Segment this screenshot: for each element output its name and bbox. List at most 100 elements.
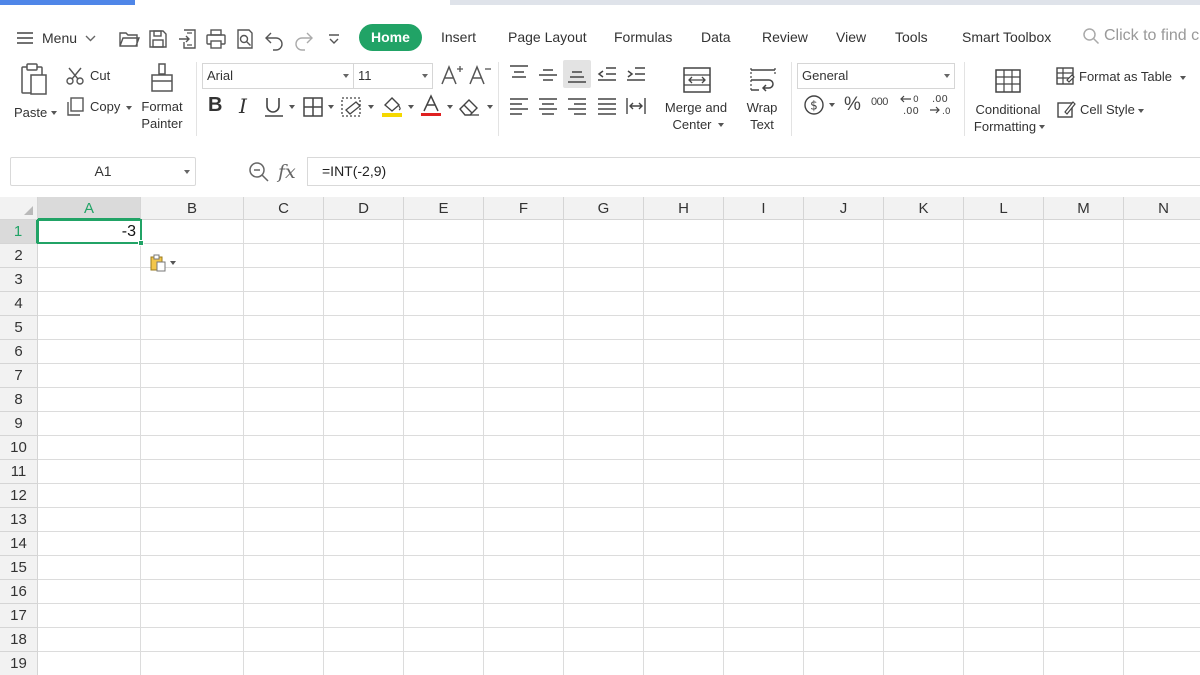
- column-header-g[interactable]: G: [564, 197, 644, 220]
- row-header-10[interactable]: 10: [0, 436, 38, 460]
- tab-review[interactable]: Review: [762, 29, 808, 45]
- row-header-17[interactable]: 17: [0, 604, 38, 628]
- align-left-icon[interactable]: [508, 96, 530, 116]
- row-header-6[interactable]: 6: [0, 340, 38, 364]
- print-preview-icon[interactable]: [233, 27, 257, 51]
- fill-pattern-dropdown-icon[interactable]: [368, 105, 374, 109]
- eraser-dropdown-icon[interactable]: [487, 105, 493, 109]
- row-header-4[interactable]: 4: [0, 292, 38, 316]
- currency-icon[interactable]: $: [803, 94, 825, 116]
- row-header-18[interactable]: 18: [0, 628, 38, 652]
- cut-button[interactable]: Cut: [65, 66, 125, 86]
- row-header-16[interactable]: 16: [0, 580, 38, 604]
- save-icon[interactable]: [146, 27, 170, 51]
- align-bottom-icon[interactable]: [566, 64, 588, 84]
- tab-data[interactable]: Data: [701, 29, 731, 45]
- row-header-2[interactable]: 2: [0, 244, 38, 268]
- conditional-formatting-button[interactable]: Conditional Formatting: [970, 62, 1046, 138]
- paste-button[interactable]: Paste: [10, 60, 58, 122]
- export-icon[interactable]: [176, 27, 200, 51]
- undo-icon[interactable]: [262, 27, 286, 51]
- column-header-e[interactable]: E: [404, 197, 484, 220]
- redo-icon[interactable]: [292, 27, 316, 51]
- thousands-separator-icon[interactable]: 000: [871, 96, 888, 108]
- row-header-7[interactable]: 7: [0, 364, 38, 388]
- number-format-select[interactable]: General: [797, 63, 955, 89]
- row-header-15[interactable]: 15: [0, 556, 38, 580]
- tab-smart-toolbox[interactable]: Smart Toolbox: [962, 29, 1051, 45]
- row-header-14[interactable]: 14: [0, 532, 38, 556]
- borders-icon[interactable]: [302, 96, 324, 118]
- format-painter-button[interactable]: Format Painter: [136, 62, 188, 138]
- tab-view[interactable]: View: [836, 29, 866, 45]
- column-header-i[interactable]: I: [724, 197, 804, 220]
- currency-dropdown-icon[interactable]: [829, 103, 835, 107]
- column-header-n[interactable]: N: [1124, 197, 1200, 220]
- justify-icon[interactable]: [596, 96, 618, 116]
- cell-a1[interactable]: -3: [37, 219, 144, 246]
- column-header-c[interactable]: C: [244, 197, 324, 220]
- row-header-8[interactable]: 8: [0, 388, 38, 412]
- increase-font-icon[interactable]: [440, 64, 464, 86]
- spreadsheet-grid[interactable]: A B C D E F G H I J K L M N 1 2 3 4 5 6 7 8 9 10 11 12 13 14 15 16 17 1…: [0, 197, 1200, 675]
- fill-pattern-icon[interactable]: [340, 96, 364, 118]
- fill-color-dropdown-icon[interactable]: [408, 105, 414, 109]
- tab-home[interactable]: Home: [359, 24, 422, 51]
- bold-icon[interactable]: B: [208, 94, 222, 117]
- tab-insert[interactable]: Insert: [441, 29, 476, 45]
- increase-indent-icon[interactable]: [625, 64, 647, 84]
- main-menu-button[interactable]: Menu: [16, 27, 104, 49]
- tab-page-layout[interactable]: Page Layout: [508, 29, 587, 45]
- font-color-dropdown-icon[interactable]: [447, 105, 453, 109]
- select-all-corner[interactable]: [0, 197, 38, 220]
- row-header-5[interactable]: 5: [0, 316, 38, 340]
- row-header-3[interactable]: 3: [0, 268, 38, 292]
- row-header-13[interactable]: 13: [0, 508, 38, 532]
- column-header-b[interactable]: B: [141, 197, 244, 220]
- row-header-11[interactable]: 11: [0, 460, 38, 484]
- fill-color-icon[interactable]: [380, 94, 404, 118]
- formula-input[interactable]: =INT(-2,9): [307, 157, 1200, 186]
- column-header-j[interactable]: J: [804, 197, 884, 220]
- merge-center-button[interactable]: Merge and Center: [660, 62, 732, 138]
- column-header-d[interactable]: D: [324, 197, 404, 220]
- wrap-text-button[interactable]: Wrap Text: [740, 62, 784, 138]
- increase-decimal-icon[interactable]: 0.00: [899, 93, 925, 117]
- column-header-l[interactable]: L: [964, 197, 1044, 220]
- zoom-formula-icon[interactable]: [248, 161, 270, 183]
- insert-function-icon[interactable]: fx: [278, 161, 296, 183]
- column-header-h[interactable]: H: [644, 197, 724, 220]
- underline-icon[interactable]: [263, 96, 285, 118]
- font-size-select[interactable]: 11: [353, 63, 433, 89]
- row-header-12[interactable]: 12: [0, 484, 38, 508]
- tab-tools[interactable]: Tools: [895, 29, 928, 45]
- column-header-m[interactable]: M: [1044, 197, 1124, 220]
- customize-icon[interactable]: [322, 27, 346, 51]
- font-color-icon[interactable]: [420, 94, 442, 118]
- column-header-k[interactable]: K: [884, 197, 964, 220]
- font-name-select[interactable]: Arial: [202, 63, 354, 89]
- paste-options-button[interactable]: [149, 254, 176, 272]
- print-icon[interactable]: [204, 27, 228, 51]
- row-header-19[interactable]: 19: [0, 652, 38, 675]
- format-as-table-button[interactable]: Format as Table: [1055, 66, 1190, 88]
- align-center-icon[interactable]: [537, 96, 559, 116]
- distributed-align-icon[interactable]: [625, 96, 647, 116]
- open-icon[interactable]: [117, 27, 141, 51]
- decrease-decimal-icon[interactable]: .00.0: [928, 93, 954, 117]
- row-header-1[interactable]: 1: [0, 220, 38, 244]
- column-header-f[interactable]: F: [484, 197, 564, 220]
- tab-formulas[interactable]: Formulas: [614, 29, 672, 45]
- align-middle-icon[interactable]: [537, 64, 559, 84]
- eraser-icon[interactable]: [458, 96, 482, 118]
- column-header-a[interactable]: A: [38, 197, 141, 220]
- row-header-9[interactable]: 9: [0, 412, 38, 436]
- underline-dropdown-icon[interactable]: [289, 105, 295, 109]
- decrease-indent-icon[interactable]: [596, 64, 618, 84]
- align-right-icon[interactable]: [566, 96, 588, 116]
- borders-dropdown-icon[interactable]: [328, 105, 334, 109]
- cell-style-button[interactable]: Cell Style: [1055, 98, 1145, 120]
- align-top-icon[interactable]: [508, 64, 530, 84]
- italic-icon[interactable]: I: [239, 94, 247, 118]
- decrease-font-icon[interactable]: [468, 64, 492, 86]
